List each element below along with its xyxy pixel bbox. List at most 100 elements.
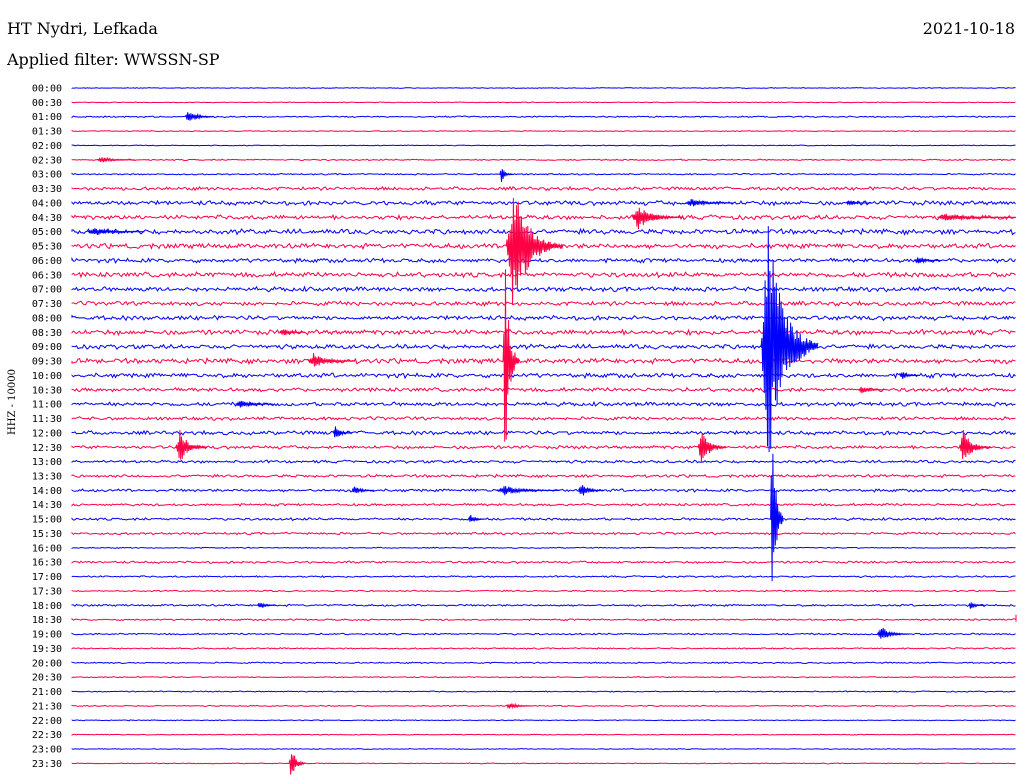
seismic-event [958, 430, 992, 459]
time-tick-label: 12:30 [32, 443, 62, 454]
seismic-event [496, 486, 560, 496]
seismic-event [631, 207, 683, 229]
time-tick-label: 14:30 [32, 500, 62, 511]
seismic-event [257, 602, 277, 609]
seismic-event [502, 269, 520, 442]
trace-row [71, 314, 1016, 322]
trace-row [71, 357, 1016, 366]
trace-row [71, 762, 1016, 765]
trace-row [71, 473, 1016, 479]
seismic-events [87, 112, 1017, 775]
seismic-event [877, 628, 910, 639]
seismic-event [505, 702, 532, 710]
trace-row [71, 647, 1016, 650]
time-tick-label: 21:30 [32, 701, 62, 712]
seismic-event [351, 486, 375, 494]
time-tick-label: 16:00 [32, 543, 62, 554]
time-tick-label: 23:30 [32, 759, 62, 770]
trace-row [71, 227, 1016, 236]
trace-row [71, 516, 1016, 522]
trace-row [71, 101, 1016, 104]
trace-row [71, 415, 1016, 422]
time-tick-label: 10:30 [32, 385, 62, 396]
time-tick-label: 15:30 [32, 529, 62, 540]
trace-row [71, 199, 1016, 207]
time-tick-label: 22:30 [32, 730, 62, 741]
trace-row [71, 270, 1016, 279]
trace-row [71, 87, 1016, 89]
time-tick-label: 05:00 [32, 227, 62, 238]
time-tick-label: 13:00 [32, 457, 62, 468]
trace-row [71, 704, 1016, 708]
trace-row [71, 748, 1016, 750]
trace-row [71, 300, 1016, 307]
trace-row [71, 502, 1016, 507]
seismic-event [288, 754, 306, 775]
seismic-event [915, 256, 941, 264]
seismic-event [685, 198, 733, 207]
time-tick-label: 21:00 [32, 687, 62, 698]
time-tick-label: 10:00 [32, 371, 62, 382]
seismic-event [468, 514, 485, 523]
time-tick-label: 17:30 [32, 586, 62, 597]
trace-row [71, 172, 1016, 176]
seismic-event [235, 400, 274, 408]
trace-row [71, 661, 1016, 665]
trace-row [71, 676, 1016, 679]
time-tick-label: 09:30 [32, 357, 62, 368]
trace-row [71, 617, 1016, 622]
trace-row [71, 632, 1016, 636]
time-tick-label: 06:00 [32, 256, 62, 267]
seismic-event [184, 112, 214, 121]
time-tick-label: 13:30 [32, 471, 62, 482]
trace-row [71, 129, 1016, 133]
time-tick-label: 07:00 [32, 285, 62, 296]
trace-row [71, 546, 1016, 549]
time-tick-label: 11:00 [32, 400, 62, 411]
helicorder-plot: 00:00 00:30 01:00 01:30 02:00 02:30 03:00 03:30… [32, 84, 1017, 775]
time-tick-label: 00:30 [32, 98, 62, 109]
trace-row [71, 213, 1016, 221]
time-tick-label: 04:30 [32, 213, 62, 224]
time-tick-label: 16:30 [32, 558, 62, 569]
trace-row [71, 144, 1016, 147]
time-tick-label: 06:30 [32, 270, 62, 281]
trace-row [71, 372, 1016, 380]
trace-row [71, 459, 1016, 464]
time-tick-label: 07:30 [32, 299, 62, 310]
trace-row [71, 531, 1016, 536]
time-tick-label: 02:00 [32, 141, 62, 152]
time-tick-label: 22:00 [32, 716, 62, 727]
trace-row [71, 733, 1016, 736]
trace-row [71, 444, 1016, 450]
trace-row [71, 328, 1016, 337]
seismic-traces [71, 87, 1016, 765]
trace-row [71, 719, 1016, 722]
time-tick-label: 08:00 [32, 313, 62, 324]
time-tick-label: 17:00 [32, 572, 62, 583]
trace-row [71, 185, 1016, 192]
trace-row [71, 589, 1016, 593]
time-tick-label: 12:00 [32, 428, 62, 439]
time-tick-label: 14:00 [32, 486, 62, 497]
time-tick-label: 05:30 [32, 242, 62, 253]
time-tick-label: 04:00 [32, 198, 62, 209]
time-tick-label: 09:00 [32, 342, 62, 353]
trace-row [71, 158, 1016, 162]
seismic-event [697, 433, 727, 463]
seismic-event [499, 169, 513, 182]
time-tick-label: 19:30 [32, 644, 62, 655]
trace-row [71, 560, 1016, 565]
trace-row [71, 575, 1016, 579]
time-tick-label: 18:30 [32, 615, 62, 626]
trace-row [71, 429, 1016, 436]
trace-row [71, 256, 1016, 264]
time-tick-label: 18:00 [32, 601, 62, 612]
time-tick-label: 11:30 [32, 414, 62, 425]
time-tick-label: 01:30 [32, 127, 62, 138]
seismic-event [97, 156, 135, 163]
time-tick-label: 20:00 [32, 658, 62, 669]
seismic-event [578, 485, 604, 496]
trace-row [71, 603, 1016, 608]
time-tick-label: 02:30 [32, 155, 62, 166]
